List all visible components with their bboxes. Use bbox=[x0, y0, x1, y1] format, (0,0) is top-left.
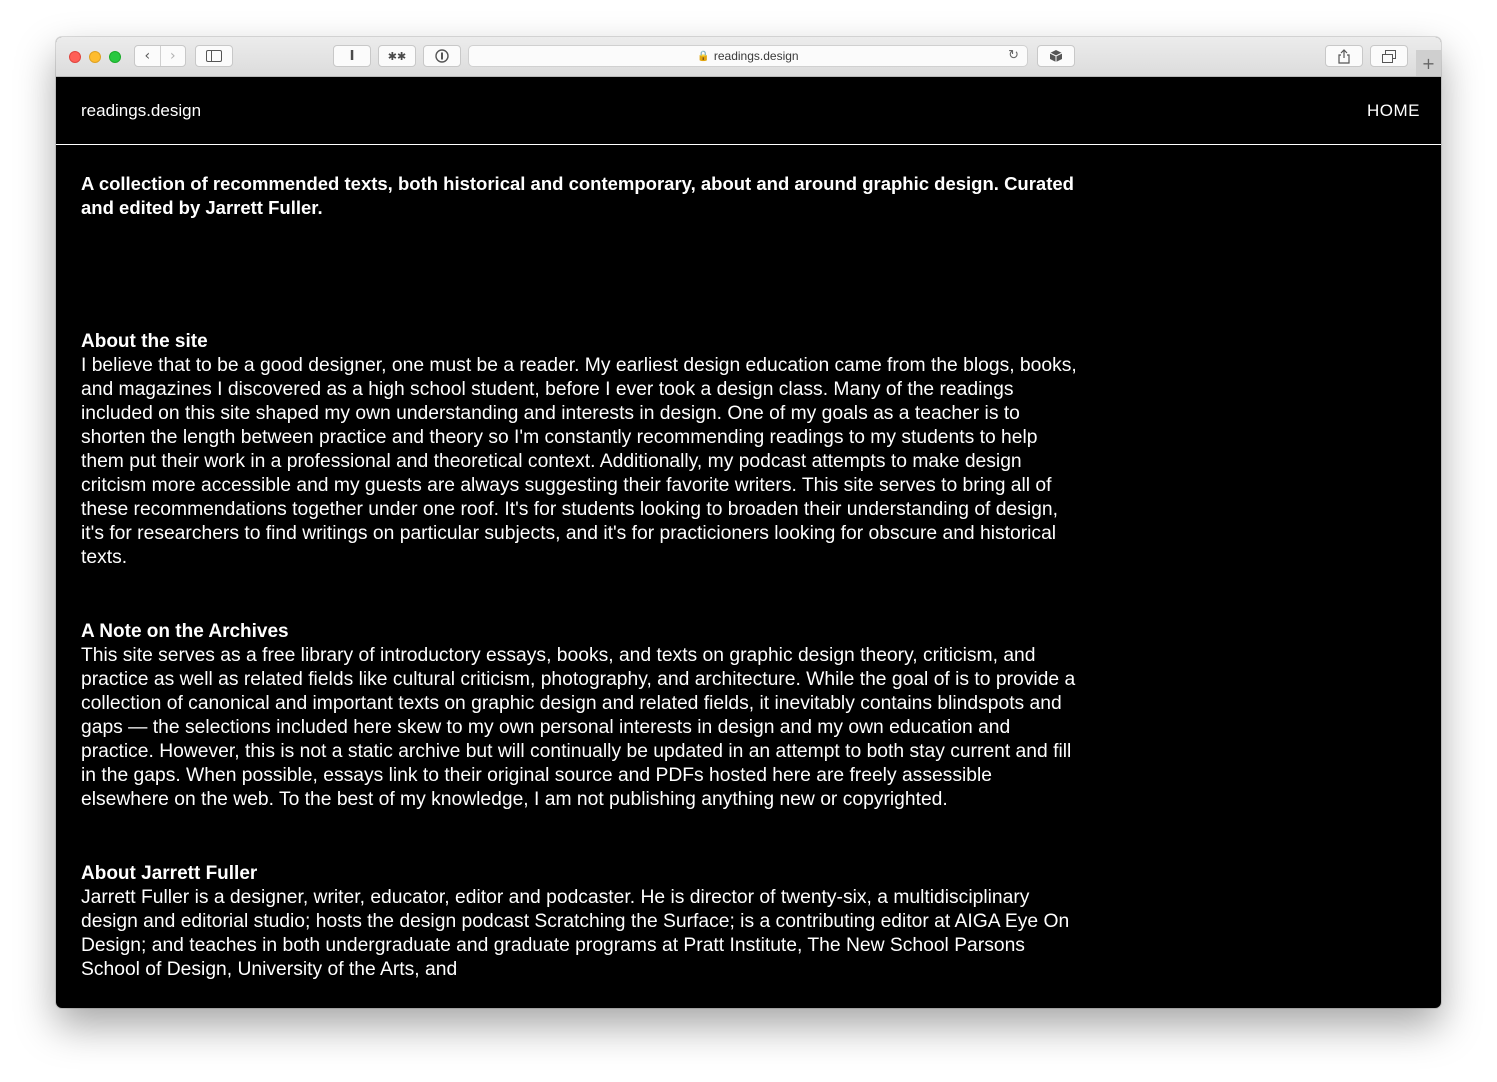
asterisk-icon: ✱✱ bbox=[387, 49, 407, 63]
minimize-window-button[interactable] bbox=[89, 51, 101, 63]
section-title: About the site bbox=[81, 331, 208, 352]
history-nav: ‹ › bbox=[134, 45, 186, 67]
new-tab-icon[interactable]: + bbox=[1416, 50, 1441, 76]
password-manager-button[interactable] bbox=[423, 45, 461, 67]
tabs-icon bbox=[1382, 49, 1396, 63]
about-site-section: About the site I believe that to be a go… bbox=[81, 330, 1081, 570]
address-bar[interactable]: 🔒 readings.design ↻ bbox=[468, 45, 1028, 67]
browser-toolbar: ‹ › I ✱✱ 🔒 readings.design ↻ + bbox=[56, 37, 1441, 77]
extension-button[interactable]: ✱✱ bbox=[378, 45, 416, 67]
section-body: I believe that to be a good designer, on… bbox=[81, 355, 1077, 568]
address-url: readings.design bbox=[713, 49, 799, 63]
share-button[interactable] bbox=[1325, 45, 1363, 67]
text-cursor-icon: I bbox=[349, 48, 355, 64]
main-content: A collection of recommended texts, both … bbox=[81, 172, 1081, 982]
section-title: A Note on the Archives bbox=[81, 621, 289, 642]
section-body: This site serves as a free library of in… bbox=[81, 645, 1076, 810]
reload-icon[interactable]: ↻ bbox=[1008, 48, 1019, 63]
zoom-window-button[interactable] bbox=[109, 51, 121, 63]
site-tagline: A collection of recommended texts, both … bbox=[81, 173, 1074, 218]
nav-home-link[interactable]: HOME bbox=[1367, 101, 1420, 121]
sidebar-icon bbox=[206, 50, 222, 62]
tabs-overview-button[interactable] bbox=[1370, 45, 1408, 67]
section-body: Jarrett Fuller is a designer, writer, ed… bbox=[81, 887, 1070, 980]
back-icon[interactable]: ‹ bbox=[135, 46, 160, 66]
close-window-button[interactable] bbox=[69, 51, 81, 63]
share-icon bbox=[1338, 48, 1350, 64]
forward-icon[interactable]: › bbox=[159, 46, 186, 66]
archives-note-section: A Note on the Archives This site serves … bbox=[81, 620, 1081, 812]
site-logo-link[interactable]: readings.design bbox=[81, 101, 201, 121]
cube-icon bbox=[1049, 50, 1063, 62]
instapaper-extension-button[interactable]: I bbox=[333, 45, 371, 67]
lock-icon: 🔒 bbox=[697, 50, 710, 62]
site-header: readings.design HOME bbox=[56, 76, 1441, 145]
section-title: About Jarrett Fuller bbox=[81, 863, 258, 884]
sidebar-toggle-button[interactable] bbox=[195, 45, 233, 67]
browser-window: ‹ › I ✱✱ 🔒 readings.design ↻ + readings.… bbox=[56, 37, 1441, 1008]
password-manager-icon bbox=[435, 49, 449, 63]
extension-cube-button[interactable] bbox=[1037, 45, 1075, 67]
about-author-section: About Jarrett Fuller Jarrett Fuller is a… bbox=[81, 862, 1081, 982]
